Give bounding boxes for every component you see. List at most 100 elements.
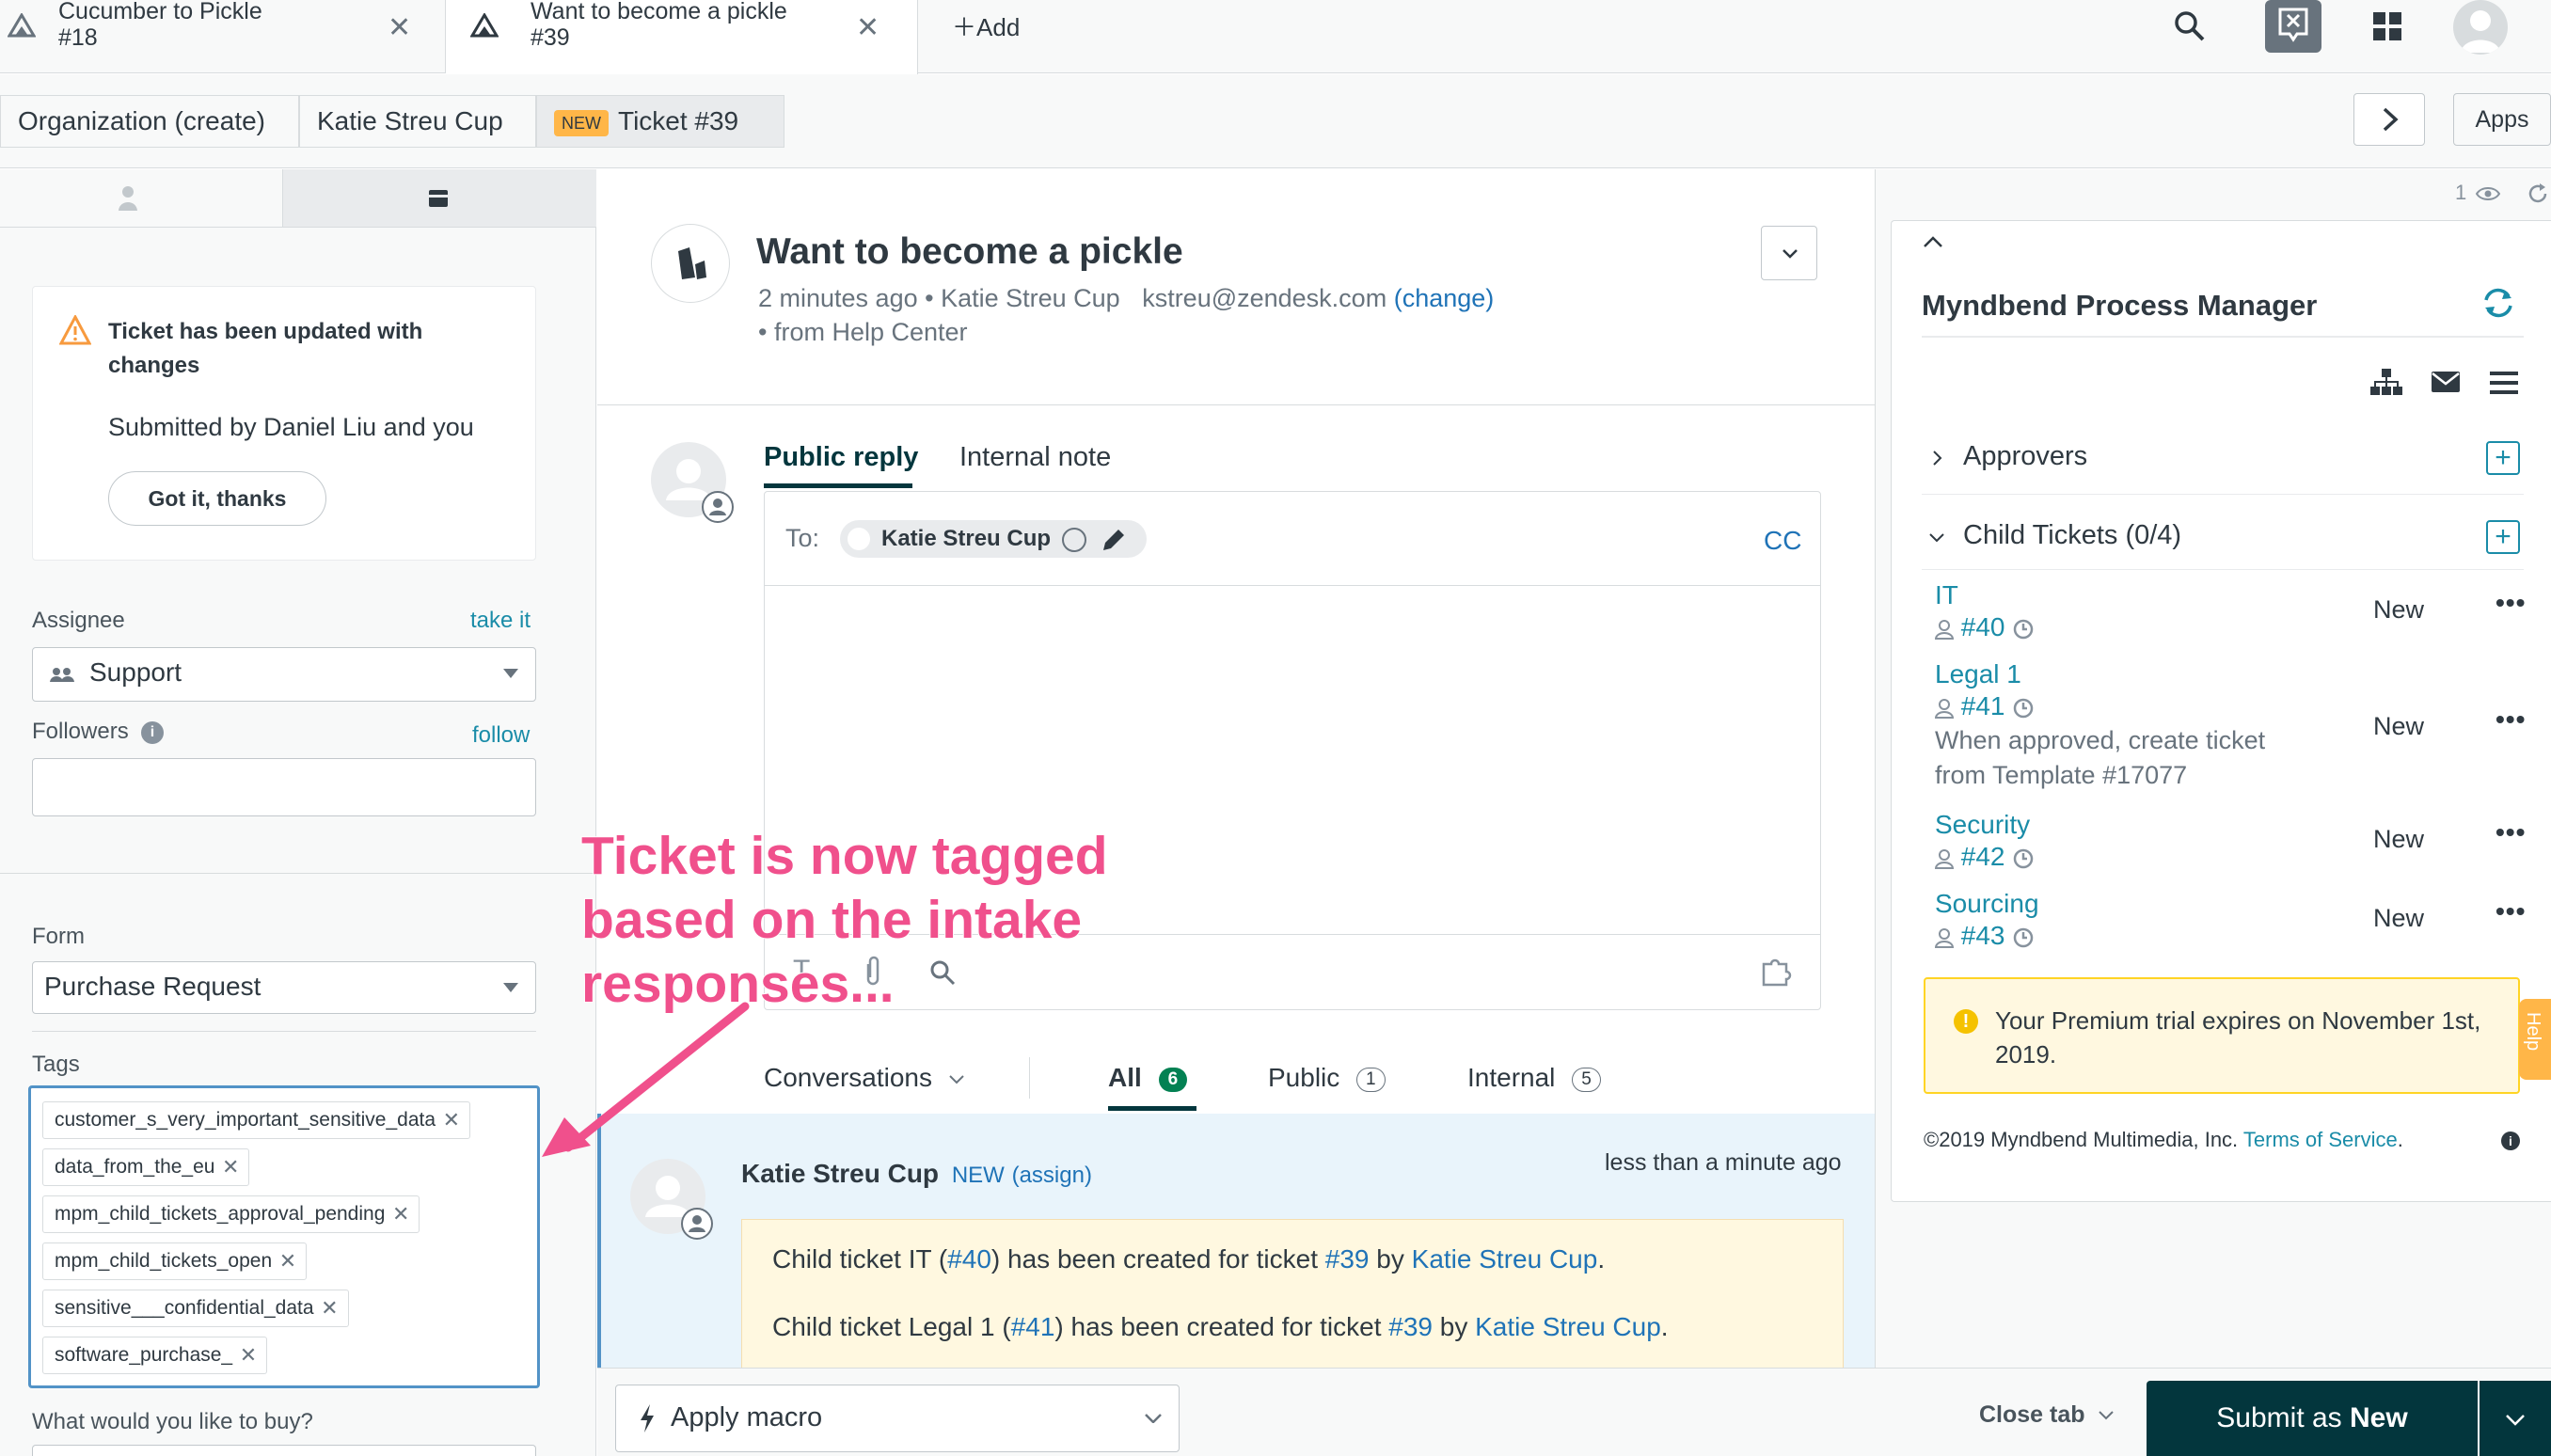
child-ticket-name[interactable]: IT: [1935, 580, 2537, 610]
child-ticket-name[interactable]: Legal 1: [1935, 659, 2537, 689]
apps-button[interactable]: Apps: [2453, 93, 2551, 146]
hierarchy-icon[interactable]: [2369, 368, 2403, 396]
chevron-down-icon[interactable]: [1929, 533, 1944, 543]
filter-internal[interactable]: Internal 5: [1467, 1063, 1601, 1093]
add-tab-button[interactable]: ＋Add: [952, 13, 1020, 41]
approvers-section[interactable]: Approvers: [1963, 441, 2087, 472]
tag-chip[interactable]: software_purchase_ ✕: [42, 1337, 268, 1374]
tag-chip[interactable]: customer_s_very_important_sensitive_data…: [42, 1101, 471, 1139]
cc-link[interactable]: CC: [1764, 526, 1801, 556]
menu-icon[interactable]: [2490, 372, 2518, 394]
chevron-up-icon[interactable]: [1924, 236, 1942, 247]
info-icon[interactable]: i: [2501, 1132, 2520, 1150]
tag-chip[interactable]: data_from_the_eu ✕: [42, 1148, 250, 1186]
more-options-icon[interactable]: •••: [2496, 704, 2526, 735]
help-tab[interactable]: Help: [2519, 999, 2551, 1080]
child-tickets-section[interactable]: Child Tickets (0/4): [1963, 520, 2181, 551]
child-ticket-id[interactable]: #42: [1961, 842, 2005, 871]
take-it-link[interactable]: take it: [470, 608, 531, 634]
tag-chip[interactable]: mpm_child_tickets_approval_pending ✕: [42, 1195, 420, 1233]
tags-input[interactable]: customer_s_very_important_sensitive_data…: [28, 1085, 540, 1388]
close-tab-dropdown[interactable]: Close tab: [1979, 1401, 2115, 1429]
breadcrumb-user[interactable]: Katie Streu Cup: [299, 95, 536, 148]
tab-requester[interactable]: [0, 169, 282, 228]
close-icon[interactable]: ✕: [222, 1149, 239, 1185]
tag-label: customer_s_very_important_sensitive_data: [55, 1109, 436, 1131]
submit-options-button[interactable]: [2480, 1381, 2551, 1456]
buy-input[interactable]: [32, 1445, 536, 1456]
child-ticket-id[interactable]: #43: [1961, 921, 2005, 950]
child-ticket-name[interactable]: Security: [1935, 810, 2537, 840]
breadcrumb-ticket[interactable]: NEW Ticket #39: [536, 95, 784, 148]
apply-macro-select[interactable]: Apply macro: [615, 1385, 1180, 1452]
avatar[interactable]: [2453, 0, 2508, 55]
close-icon[interactable]: ✕: [856, 11, 879, 44]
child-ticket-id[interactable]: #40: [1961, 612, 2005, 641]
assignee-select[interactable]: Support: [32, 647, 536, 702]
add-approver-button[interactable]: +: [2486, 441, 2520, 475]
search-icon[interactable]: [2173, 9, 2207, 43]
tab-internal-note[interactable]: Internal note: [959, 442, 1111, 473]
more-options-icon[interactable]: •••: [2496, 817, 2526, 847]
conversations-icon[interactable]: [2265, 0, 2321, 53]
tag-chip[interactable]: sensitive___confidential_data ✕: [42, 1290, 349, 1327]
ticket-link[interactable]: #41: [1011, 1312, 1055, 1341]
more-options-icon[interactable]: •••: [2496, 896, 2526, 926]
event-author[interactable]: Katie Streu Cup: [741, 1159, 939, 1188]
close-icon[interactable]: ✕: [388, 11, 411, 44]
user-link[interactable]: Katie Streu Cup: [1412, 1244, 1598, 1274]
chevron-right-icon[interactable]: [1933, 451, 1942, 466]
close-icon[interactable]: ✕: [392, 1196, 409, 1232]
user-link[interactable]: Katie Streu Cup: [1475, 1312, 1661, 1341]
tab-public-reply[interactable]: Public reply: [764, 442, 918, 473]
child-ticket-id[interactable]: #41: [1961, 691, 2005, 720]
products-grid-icon[interactable]: [2372, 11, 2402, 41]
child-ticket-row[interactable]: Sourcing #43 New •••: [1935, 889, 2537, 951]
submit-button[interactable]: Submit as New: [2147, 1381, 2478, 1456]
tab-cucumber-to-pickle[interactable]: Cucumber to Pickle #18 ✕: [0, 0, 446, 73]
user-icon: [1935, 698, 1954, 719]
ticket-link[interactable]: #40: [947, 1244, 991, 1274]
form-select[interactable]: Purchase Request: [32, 961, 536, 1014]
event-text: .: [1597, 1244, 1606, 1274]
recipient-chip[interactable]: Katie Streu Cup: [840, 520, 1147, 558]
tag-chip[interactable]: mpm_child_tickets_open ✕: [42, 1242, 308, 1280]
mail-icon[interactable]: [2432, 372, 2460, 392]
tab-ticket-fields[interactable]: [282, 169, 596, 228]
follow-link[interactable]: follow: [472, 722, 530, 749]
sync-icon[interactable]: [2480, 285, 2516, 321]
ticket-link[interactable]: #39: [1388, 1312, 1433, 1341]
divider: [1922, 569, 2524, 570]
more-options-icon[interactable]: •••: [2496, 588, 2526, 618]
close-icon[interactable]: ✕: [443, 1102, 460, 1138]
puzzle-icon[interactable]: [1760, 957, 1794, 987]
breadcrumb-organization[interactable]: Organization (create): [0, 95, 299, 148]
tab-want-to-become-a-pickle[interactable]: Want to become a pickle #39 ✕: [446, 0, 918, 74]
brand-logo-icon: [651, 224, 730, 303]
refresh-icon[interactable]: [2527, 182, 2549, 205]
add-child-ticket-button[interactable]: +: [2486, 520, 2520, 554]
assign-link[interactable]: (assign): [1012, 1163, 1092, 1188]
got-it-button[interactable]: Got it, thanks: [108, 471, 326, 526]
close-icon[interactable]: ✕: [240, 1337, 257, 1373]
conversations-dropdown[interactable]: Conversations: [764, 1063, 964, 1093]
child-ticket-row[interactable]: IT #40 New •••: [1935, 580, 2537, 642]
pencil-icon[interactable]: [1100, 526, 1128, 554]
followers-input[interactable]: [32, 758, 536, 816]
filter-all[interactable]: All 6: [1108, 1063, 1188, 1093]
chevron-down-icon: [503, 669, 518, 678]
close-icon[interactable]: ✕: [279, 1243, 296, 1279]
ticket-link[interactable]: #39: [1325, 1244, 1370, 1274]
filter-public[interactable]: Public 1: [1268, 1063, 1386, 1093]
event-status: NEW: [951, 1163, 1005, 1188]
child-ticket-row[interactable]: Security #42 New •••: [1935, 810, 2537, 872]
change-link[interactable]: (change): [1394, 284, 1495, 312]
close-icon[interactable]: ✕: [321, 1290, 338, 1326]
info-icon[interactable]: i: [141, 721, 164, 744]
child-ticket-row[interactable]: Legal 1 #41 When approved, create ticket…: [1935, 659, 2537, 793]
ticket-options-button[interactable]: [1761, 226, 1817, 280]
count-badge: 6: [1158, 1067, 1188, 1092]
next-button[interactable]: [2353, 93, 2425, 146]
child-ticket-name[interactable]: Sourcing: [1935, 889, 2537, 919]
terms-link[interactable]: Terms of Service: [2243, 1128, 2398, 1151]
